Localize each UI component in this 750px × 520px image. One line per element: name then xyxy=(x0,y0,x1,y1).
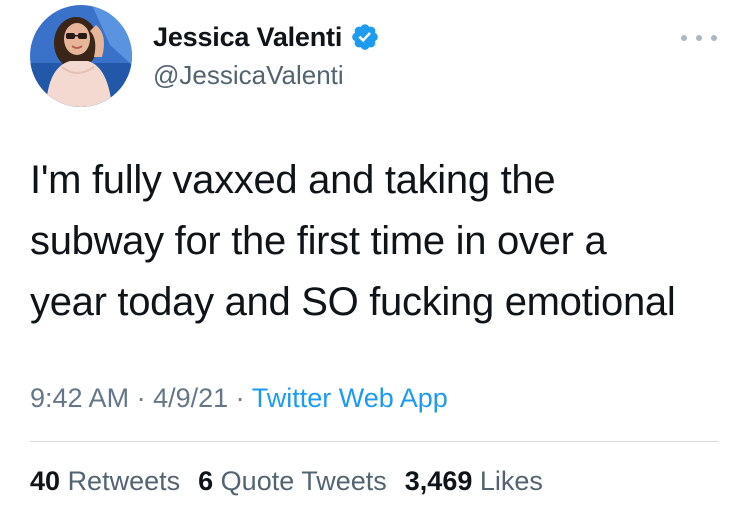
tweet-time[interactable]: 9:42 AM xyxy=(30,383,129,413)
retweets-count: 40 xyxy=(30,466,61,496)
tweet-text: I'm fully vaxxed and taking the subway f… xyxy=(30,150,730,333)
profile-photo-icon xyxy=(30,5,132,107)
tweet-meta: 9:42 AM · 4/9/21 · Twitter Web App xyxy=(30,383,448,414)
tweet-text-line: subway for the first time in over a xyxy=(30,219,607,263)
more-options-icon[interactable] xyxy=(681,28,717,48)
quote-tweets-count: 6 xyxy=(198,466,214,496)
avatar[interactable] xyxy=(30,5,132,107)
retweets-label: Retweets xyxy=(67,466,181,496)
tweet-card: Jessica Valenti @JessicaValenti I'm full… xyxy=(0,0,750,520)
quote-tweets-label: Quote Tweets xyxy=(220,466,387,496)
dot xyxy=(681,35,687,41)
quote-tweets-stat[interactable]: 6 Quote Tweets xyxy=(198,466,387,497)
tweet-source-link[interactable]: Twitter Web App xyxy=(252,383,448,413)
display-name[interactable]: Jessica Valenti xyxy=(153,22,342,53)
dot xyxy=(711,35,717,41)
retweets-stat[interactable]: 40 Retweets xyxy=(30,466,180,497)
author-name-row: Jessica Valenti xyxy=(153,19,380,55)
meta-separator: · xyxy=(235,383,252,413)
likes-count: 3,469 xyxy=(404,466,473,496)
dot xyxy=(696,35,702,41)
user-handle[interactable]: @JessicaValenti xyxy=(153,60,344,91)
tweet-date[interactable]: 4/9/21 xyxy=(153,383,228,413)
tweet-text-line: year today and SO fucking emotional xyxy=(30,280,676,324)
tweet-text-line: I'm fully vaxxed and taking the xyxy=(30,158,556,202)
divider xyxy=(30,441,718,442)
meta-separator: · xyxy=(136,383,154,413)
engagement-stats: 40 Retweets 6 Quote Tweets 3,469 Likes xyxy=(30,466,561,497)
likes-stat[interactable]: 3,469 Likes xyxy=(405,466,543,497)
likes-label: Likes xyxy=(479,466,543,496)
verified-badge-icon xyxy=(350,22,380,52)
